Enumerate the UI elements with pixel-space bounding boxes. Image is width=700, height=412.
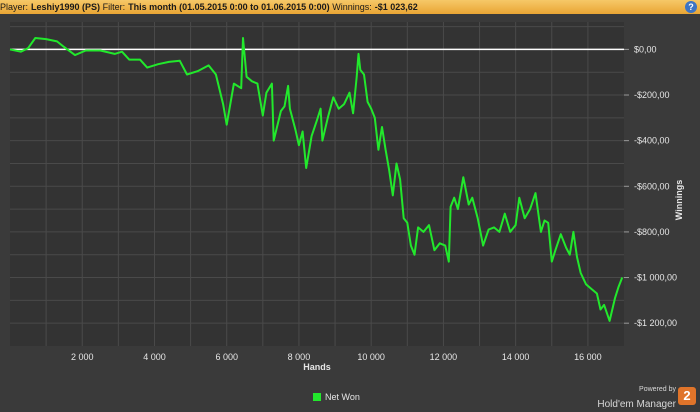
- x-tick-label: 4 000: [143, 352, 166, 362]
- legend-label: Net Won: [325, 392, 360, 402]
- y-tick-label: -$1 200,00: [634, 318, 677, 328]
- filter-info-bar: Player: Leshiy1990 (PS) Filter: This month…: [0, 0, 700, 14]
- winnings-value: -$1 023,62: [374, 2, 418, 12]
- winnings-label: Winnings:: [332, 2, 372, 12]
- x-tick-label: 16 000: [574, 352, 602, 362]
- filter-value: This month (01.05.2015 0:00 to 01.06.201…: [128, 2, 330, 12]
- filter-label: Filter:: [102, 2, 126, 12]
- brand-name: Hold'em Manager: [597, 399, 676, 410]
- legend-swatch: [313, 393, 321, 401]
- y-tick-label: -$800,00: [634, 227, 670, 237]
- player-value: Leshiy1990 (PS): [31, 2, 101, 12]
- y-tick-label: -$600,00: [634, 181, 670, 191]
- y-tick-label: -$400,00: [634, 136, 670, 146]
- x-axis-label: Hands: [303, 362, 331, 372]
- legend-item-net-won[interactable]: Net Won: [313, 392, 360, 402]
- x-axis-ticks: 2 000 4 000 6 000 8 000 10 000 12 000 14 000 16…: [71, 352, 602, 362]
- y-axis-ticks: $0,00 -$200,00 -$400,00 -$600,00 -$800,00 -$1…: [624, 44, 677, 328]
- player-label: Player:: [0, 2, 29, 12]
- x-tick-label: 10 000: [357, 352, 385, 362]
- x-tick-label: 8 000: [288, 352, 311, 362]
- y-tick-label: $0,00: [634, 44, 657, 54]
- powered-by-text: Powered by: [639, 386, 676, 393]
- winnings-graph: 2 000 4 000 6 000 8 000 10 000 12 000 14 000 16…: [9, 22, 684, 372]
- y-tick-label: -$200,00: [634, 90, 670, 100]
- brand-logo-icon: 2: [678, 387, 696, 405]
- branding: Powered by Hold'em Manager: [597, 386, 676, 412]
- x-tick-label: 6 000: [215, 352, 238, 362]
- x-tick-label: 2 000: [71, 352, 94, 362]
- x-tick-label: 14 000: [502, 352, 530, 362]
- question-icon[interactable]: ?: [685, 1, 697, 13]
- x-tick-label: 12 000: [430, 352, 458, 362]
- y-axis-label: Winnings: [674, 180, 684, 220]
- plot-area: [10, 22, 624, 346]
- y-tick-label: -$1 000,00: [634, 273, 677, 283]
